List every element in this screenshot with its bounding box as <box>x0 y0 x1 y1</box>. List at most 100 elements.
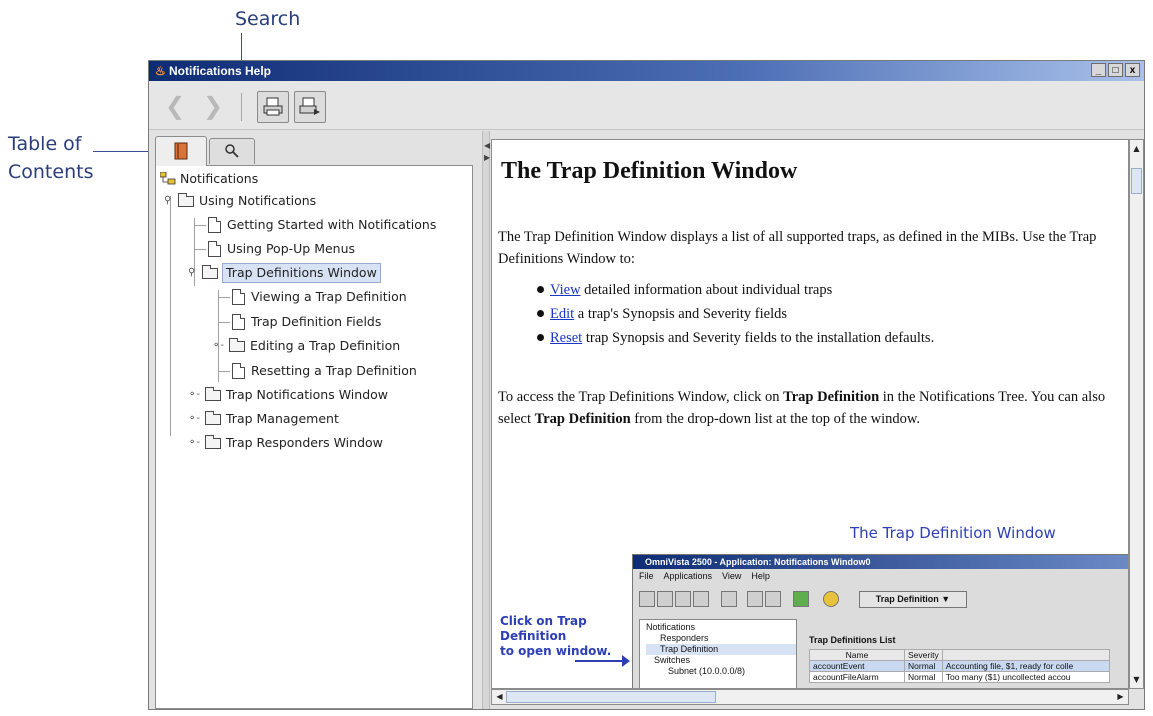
mini-menu-item: View <box>722 571 742 581</box>
bullet-text: trap Synopsis and Severity fields to the… <box>582 330 935 346</box>
figure-caption: The Trap Definition Window <box>850 524 1056 542</box>
vertical-scroll-thumb[interactable] <box>1131 168 1142 194</box>
click-caption-line: Click on Trap <box>500 614 587 628</box>
bullet-dot <box>537 310 544 318</box>
scroll-up-icon[interactable]: ▲ <box>1130 142 1143 155</box>
folder-icon <box>202 265 218 279</box>
mini-toolbar: Trap Definition ▼ <box>639 589 1127 611</box>
horizontal-scrollbar[interactable]: ◀ ▶ <box>491 689 1129 705</box>
folder-icon <box>178 193 194 207</box>
mini-cell: accountEvent <box>809 660 905 672</box>
mini-cell: Too many ($1) uncollected accou <box>941 671 1110 683</box>
page-icon <box>232 363 245 379</box>
toolbar-separator <box>241 93 242 121</box>
mini-tool-icon <box>765 591 781 607</box>
content-heading: The Trap Definition Window <box>501 158 798 184</box>
pane-splitter[interactable]: ◀ ▶ <box>482 131 490 709</box>
tab-search[interactable] <box>209 138 255 164</box>
expander-closed-icon: ⚬- <box>188 413 200 424</box>
mini-cell: Accounting file, $1, ready for colle <box>941 660 1110 672</box>
edit-link[interactable]: Edit <box>550 306 574 322</box>
access-text: from the drop-down list at the top of th… <box>630 411 921 427</box>
expander-closed-icon: ⚬- <box>188 437 200 448</box>
mini-cell: Normal <box>904 660 943 672</box>
forward-button[interactable]: ❯ <box>197 91 229 123</box>
back-button[interactable]: ❮ <box>159 91 191 123</box>
mini-trap-table: Name Severity accountEvent Normal Accoun… <box>809 649 1110 683</box>
click-caption-line: Definition <box>500 629 567 643</box>
vertical-scrollbar[interactable]: ▲ ▼ <box>1129 139 1144 689</box>
mini-tool-icon <box>747 591 763 607</box>
scroll-left-icon[interactable]: ◀ <box>493 690 506 703</box>
tree-item-label: Using Pop-Up Menus <box>227 241 356 256</box>
chevron-left-icon: ❮ <box>164 92 186 120</box>
scroll-down-icon[interactable]: ▼ <box>1130 673 1143 686</box>
mini-tree-item: Switches <box>654 655 691 665</box>
bullet-view: View detailed information about individu… <box>537 282 832 299</box>
close-button[interactable]: x <box>1125 63 1140 77</box>
view-link[interactable]: View <box>550 282 581 298</box>
tree-connector <box>218 371 230 372</box>
collapse-left-icon[interactable]: ◀ <box>484 141 490 150</box>
mini-title: OmniVista 2500 - Application: Notificati… <box>633 555 1128 569</box>
mini-col-name: Name <box>809 649 905 661</box>
mini-tool-icon <box>657 591 673 607</box>
java-app-icon: ♨ <box>155 64 166 78</box>
minimize-button[interactable]: _ <box>1091 63 1106 77</box>
print-setup-icon <box>299 97 320 115</box>
folder-icon <box>205 435 221 449</box>
mini-tree-item: Notifications <box>646 622 696 632</box>
folder-tree-icon <box>160 172 176 185</box>
book-icon <box>174 142 188 160</box>
tab-table-of-contents[interactable] <box>155 136 207 166</box>
caption-arrow-head <box>622 655 630 667</box>
tree-connector <box>218 297 230 298</box>
toc-annotation-line2: Contents <box>8 161 94 183</box>
collapse-right-icon[interactable]: ▶ <box>484 153 490 162</box>
toolbar: ❮ ❯ <box>149 81 1144 130</box>
bullet-dot <box>537 334 544 342</box>
tree-item-label: Using Notifications <box>199 193 317 208</box>
tree-connector <box>218 322 230 323</box>
click-caption-line: to open window. <box>500 644 612 658</box>
page-icon <box>232 314 245 330</box>
page-icon <box>208 241 221 257</box>
mini-cell: accountFileAlarm <box>809 671 905 683</box>
reset-link[interactable]: Reset <box>550 330 582 346</box>
access-text: To access the Trap Definitions Window, c… <box>498 389 784 405</box>
tree-item-label: Viewing a Trap Definition <box>251 289 407 304</box>
mini-table-header: Name Severity <box>809 649 1110 661</box>
mini-menu-item: File <box>639 571 654 581</box>
scroll-right-icon[interactable]: ▶ <box>1114 690 1127 703</box>
mini-menu-item: Applications <box>663 571 713 581</box>
access-paragraph: To access the Trap Definitions Window, c… <box>498 386 1123 430</box>
mini-tool-icon <box>675 591 691 607</box>
tree-connector <box>194 249 206 250</box>
maximize-button[interactable]: □ <box>1108 63 1123 77</box>
mini-tool-icon <box>693 591 709 607</box>
title-bar: ♨ Notifications Help _ □ x <box>149 61 1144 81</box>
mini-tree: Notifications Responders Trap Definition… <box>639 619 797 688</box>
mini-tree-item: Subnet (10.0.0.0/8) <box>668 666 746 676</box>
mini-col-synopsis <box>941 649 1110 661</box>
mini-tree-item: Trap Definition <box>646 644 796 655</box>
click-caption: Click on Trap Definition to open window. <box>500 614 611 659</box>
expander-closed-icon: ⚬- <box>212 340 224 351</box>
tree-item-label: Resetting a Trap Definition <box>251 363 417 378</box>
print-setup-button[interactable] <box>294 91 326 123</box>
expander-open-icon: ⚲ <box>164 195 172 206</box>
intro-paragraph: The Trap Definition Window displays a li… <box>498 229 1097 267</box>
mini-menubar: File Applications View Help <box>639 571 780 581</box>
tree-item-label: Editing a Trap Definition <box>250 338 401 353</box>
toc-tree[interactable]: Notifications ⚲ Using Notifications Gett… <box>155 165 473 709</box>
help-content-pane: The Trap Definition Window The Trap Defi… <box>491 139 1129 689</box>
chevron-right-icon: ❯ <box>202 92 224 120</box>
printer-icon <box>263 97 283 116</box>
print-button[interactable] <box>257 91 289 123</box>
folder-icon <box>205 387 221 401</box>
window-title: Notifications Help <box>169 64 272 78</box>
caption-arrow-line <box>575 660 627 662</box>
page-icon <box>208 217 221 233</box>
horizontal-scroll-thumb[interactable] <box>506 691 716 703</box>
mini-tool-icon <box>639 591 655 607</box>
